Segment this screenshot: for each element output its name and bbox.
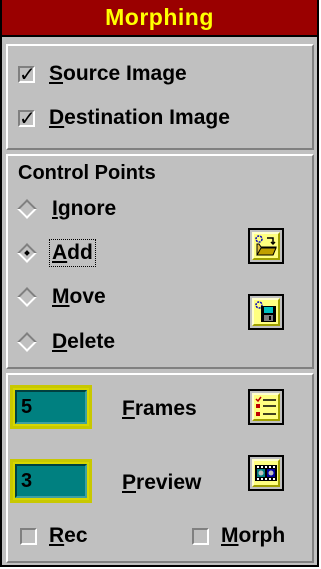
morph-checkbox[interactable]: Morph xyxy=(192,523,285,549)
radio-diamond-icon[interactable] xyxy=(17,287,37,307)
button-face xyxy=(252,459,280,487)
rec-label: Rec xyxy=(49,524,88,547)
preview-value[interactable]: 3 xyxy=(15,464,87,498)
checkmark-icon: ✓ xyxy=(19,61,36,86)
save-disk-icon xyxy=(255,301,276,322)
radio-add-label: Add xyxy=(49,239,96,267)
checkbox-box[interactable]: ✓ xyxy=(18,62,36,86)
image-section: ✓ Source Image ✓ Destination Image xyxy=(6,44,314,150)
checkbox-box[interactable]: ✓ xyxy=(18,106,36,130)
frames-value[interactable]: 5 xyxy=(15,390,87,424)
radio-delete[interactable]: Delete xyxy=(16,327,117,357)
morph-label: Morph xyxy=(221,524,286,547)
rec-checkbox[interactable]: Rec xyxy=(20,523,88,549)
source-image-label: Source Image xyxy=(49,62,187,85)
open-folder-icon xyxy=(255,235,277,256)
open-points-button[interactable] xyxy=(248,228,284,264)
control-points-heading: Control Points xyxy=(18,162,156,184)
checklist-icon xyxy=(255,396,276,416)
checkmark-icon: ✓ xyxy=(19,105,36,130)
title-bar[interactable]: Morphing xyxy=(2,0,317,37)
save-points-button[interactable] xyxy=(248,294,284,330)
preview-button[interactable] xyxy=(248,455,284,491)
source-image-checkbox[interactable]: ✓ Source Image xyxy=(18,60,187,88)
button-face xyxy=(252,232,280,260)
film-preview-icon xyxy=(255,465,277,481)
frames-list-button[interactable] xyxy=(248,389,284,425)
radio-move[interactable]: Move xyxy=(16,282,108,312)
preview-input[interactable]: 3 xyxy=(10,459,92,503)
radio-diamond-icon[interactable] xyxy=(17,332,37,352)
radio-ignore[interactable]: Ignore xyxy=(16,194,118,224)
preview-label: Preview xyxy=(122,471,202,494)
radio-diamond-selected-icon[interactable] xyxy=(17,243,37,263)
checkbox-box[interactable] xyxy=(20,527,37,545)
radio-add[interactable]: Add xyxy=(16,238,96,268)
radio-delete-label: Delete xyxy=(52,330,116,353)
window-title: Morphing xyxy=(105,4,214,30)
button-face xyxy=(252,393,280,421)
radio-diamond-icon[interactable] xyxy=(17,199,37,219)
radio-ignore-label: Ignore xyxy=(52,197,117,220)
checkbox-box[interactable] xyxy=(192,527,209,545)
control-points-section: Control Points Ignore Add Move Delete xyxy=(6,154,314,369)
button-face xyxy=(252,298,280,326)
destination-image-label: Destination Image xyxy=(49,106,230,129)
frames-label: Frames xyxy=(122,397,197,420)
animation-section: 5 Frames 3 Preview Rec Morph xyxy=(6,373,314,563)
frames-input[interactable]: 5 xyxy=(10,385,92,429)
destination-image-checkbox[interactable]: ✓ Destination Image xyxy=(18,104,230,132)
radio-move-label: Move xyxy=(52,285,106,308)
morphing-panel: Morphing ✓ Source Image ✓ Destination Im… xyxy=(0,0,319,567)
